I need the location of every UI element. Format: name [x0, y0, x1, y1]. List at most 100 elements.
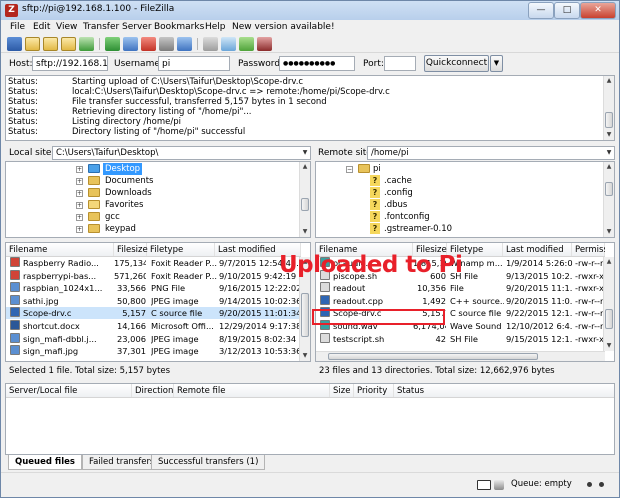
scroll-down-icon[interactable]: ▼	[604, 341, 614, 351]
quickconnect-dropdown-icon[interactable]: ▼	[490, 55, 503, 72]
column-filesize[interactable]: Filesize	[114, 243, 148, 256]
column-remote-file[interactable]: Remote file	[174, 384, 330, 397]
username-input[interactable]: pi	[158, 56, 230, 71]
remote-tree-scrollbar[interactable]: ▲ ▼	[603, 162, 614, 237]
tab-failed-transfers[interactable]: Failed transfers	[82, 455, 162, 470]
cell-size: 571,260	[114, 270, 146, 281]
toggle-remote-tree-icon[interactable]	[61, 37, 76, 51]
menu-new-version[interactable]: New version available!	[232, 22, 335, 32]
maximize-button[interactable]: □	[554, 2, 580, 19]
column-filetype[interactable]: Filetype	[147, 243, 215, 256]
speed-limit-icon[interactable]	[494, 480, 504, 490]
scroll-down-icon[interactable]: ▼	[604, 130, 614, 140]
scroll-up-icon[interactable]: ▲	[604, 257, 614, 267]
directory-comparison-icon[interactable]	[221, 37, 236, 51]
collapse-icon[interactable]: −	[346, 166, 353, 173]
local-tree-scrollbar[interactable]: ▲ ▼	[299, 162, 310, 237]
minimize-button[interactable]: —	[528, 2, 554, 19]
unknown-folder-icon: ?	[370, 175, 380, 186]
menu-view[interactable]: View	[56, 22, 77, 32]
password-input[interactable]: ●●●●●●●●●●	[279, 56, 355, 71]
column-server-local-file[interactable]: Server/Local file	[6, 384, 132, 397]
bottom-status-bar: Queue: empty	[1, 472, 619, 497]
file-row[interactable]: shortcut.docx 14,166 Microsoft Offi... 12/2…	[6, 320, 301, 332]
remote-tree-scroll-thumb[interactable]	[605, 182, 613, 196]
cell-perms: -rw-r--r	[575, 295, 604, 306]
local-site-combo[interactable]: C:\Users\Taifur\Desktop\ ▼	[52, 146, 311, 160]
expand-icon[interactable]: +	[76, 214, 83, 221]
scroll-down-icon[interactable]: ▼	[300, 227, 310, 237]
expand-icon[interactable]: +	[76, 166, 83, 173]
file-row[interactable]: raspbian_1024x1... 33,566 PNG File 9/16/201…	[6, 282, 301, 294]
expand-icon[interactable]: +	[76, 202, 83, 209]
remote-list-scroll-thumb[interactable]	[605, 309, 613, 329]
file-row[interactable]: sathi.jpg 50,800 JPEG image 9/14/2015 10:02…	[6, 294, 301, 307]
window-title: sftp://pi@192.168.1.100 - FileZilla	[22, 4, 175, 14]
menu-server[interactable]: Server	[122, 22, 152, 32]
scroll-down-icon[interactable]: ▼	[300, 351, 310, 361]
file-row[interactable]: testscript.sh 42 SH File 9/15/2015 12:1... -…	[316, 332, 605, 345]
port-input[interactable]	[384, 56, 416, 71]
column-filename[interactable]: Filename	[6, 243, 114, 256]
queue-tabs: Queued files Failed transfers Successful…	[5, 455, 615, 471]
column-priority[interactable]: Priority	[354, 384, 394, 397]
expand-icon[interactable]: +	[76, 226, 83, 233]
menu-bookmarks[interactable]: Bookmarks	[154, 22, 204, 32]
reconnect-icon[interactable]	[177, 37, 192, 51]
tab-queued-files[interactable]: Queued files	[8, 455, 82, 470]
local-tree-scroll-thumb[interactable]	[301, 198, 309, 211]
remote-list-hscroll-thumb[interactable]	[328, 353, 538, 360]
chevron-down-icon[interactable]: ▼	[300, 147, 310, 159]
close-button[interactable]: ✕	[580, 2, 616, 19]
file-row[interactable]: sign_mafi-dbbl.j... 23,006 JPEG image 8/19/…	[6, 332, 301, 345]
expand-icon[interactable]: +	[76, 178, 83, 185]
cell-name: raspbian_1024x1...	[23, 283, 103, 294]
remote-list-scrollbar[interactable]: ▲ ▼	[603, 257, 614, 351]
toggle-queue-icon[interactable]	[79, 37, 94, 51]
file-row[interactable]: raspberrypi-bas... 571,260 Foxit Reader P.…	[6, 269, 301, 282]
file-row[interactable]: sign_mafi.jpg 37,301 JPEG image 3/12/2013 1…	[6, 345, 301, 357]
process-queue-icon[interactable]	[123, 37, 138, 51]
remote-list-hscrollbar[interactable]	[316, 351, 605, 361]
scroll-down-icon[interactable]: ▼	[604, 227, 614, 237]
menu-transfer[interactable]: Transfer	[83, 22, 119, 32]
expand-icon[interactable]: +	[76, 190, 83, 197]
quickconnect-button[interactable]: Quickconnect	[424, 55, 489, 72]
host-input[interactable]: sftp://192.168.1.100	[32, 56, 108, 71]
scroll-up-icon[interactable]: ▲	[604, 76, 614, 86]
directory-listing-filters-icon[interactable]	[203, 37, 218, 51]
column-direction[interactable]: Direction	[132, 384, 174, 397]
toggle-log-icon[interactable]	[25, 37, 40, 51]
refresh-icon[interactable]	[105, 37, 120, 51]
file-row[interactable]: Scope-drv.c 5,157 C source file 9/20/2015 1…	[6, 307, 301, 320]
remote-site-combo[interactable]: /home/pi ▼	[367, 146, 615, 160]
scroll-up-icon[interactable]: ▲	[300, 162, 310, 172]
file-row[interactable]: Raspberry Radio... 175,134 Foxit Reader P.…	[6, 257, 301, 269]
menu-help[interactable]: Help	[205, 22, 226, 32]
log-scroll-thumb[interactable]	[605, 112, 613, 128]
search-remote-files-icon[interactable]	[257, 37, 272, 51]
column-status[interactable]: Status	[394, 384, 614, 397]
cell-size: 10,356	[416, 283, 446, 294]
encryption-lock-icon[interactable]	[477, 480, 491, 490]
site-manager-icon[interactable]	[7, 37, 22, 51]
chevron-down-icon[interactable]: ▼	[604, 147, 614, 159]
remote-status: 23 files and 13 directories. Total size:…	[319, 366, 555, 376]
column-last-modified[interactable]: Last modified	[503, 243, 572, 256]
synchronized-browsing-icon[interactable]	[239, 37, 254, 51]
tab-successful-transfers[interactable]: Successful transfers (1)	[151, 455, 266, 470]
log-scrollbar[interactable]: ▲ ▼	[603, 76, 614, 140]
disconnect-icon[interactable]	[159, 37, 174, 51]
menu-edit[interactable]: Edit	[33, 22, 50, 32]
menu-file[interactable]: File	[10, 22, 25, 32]
cancel-operation-icon[interactable]	[141, 37, 156, 51]
file-row[interactable]: readout 10,356 File 9/20/2015 11:1... -rwxr-…	[316, 282, 605, 294]
log-text: Retrieving directory listing of "/home/p…	[72, 107, 252, 117]
local-list-scroll-thumb[interactable]	[301, 293, 309, 337]
file-row[interactable]: readout.cpp 1,492 C++ source... 9/20/2015 1…	[316, 294, 605, 307]
column-size[interactable]: Size	[330, 384, 354, 397]
scroll-up-icon[interactable]: ▲	[604, 162, 614, 172]
column-permissions[interactable]: Permissi	[572, 243, 605, 256]
log-label: Status:	[8, 117, 38, 127]
toggle-local-tree-icon[interactable]	[43, 37, 58, 51]
